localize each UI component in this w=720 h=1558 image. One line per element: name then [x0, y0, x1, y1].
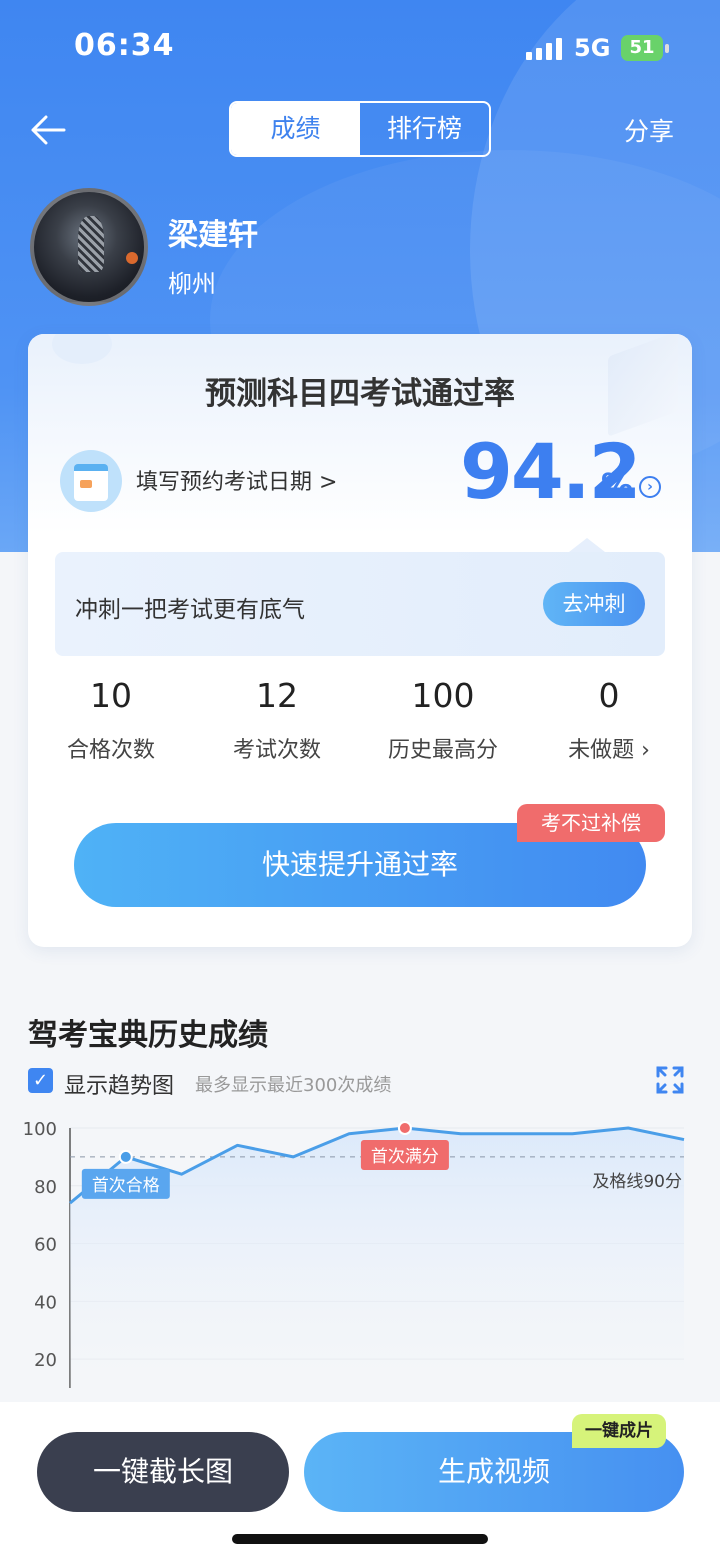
first-full-tag-label: 首次满分 — [371, 1147, 439, 1167]
first-pass-point — [118, 1149, 133, 1164]
signal-icon — [526, 38, 564, 60]
stat-value: 0 — [598, 676, 620, 715]
y-tick-label: 60 — [34, 1235, 57, 1256]
show-trend-label[interactable]: 显示趋势图 — [64, 1068, 174, 1100]
pass-rate-unit: % — [601, 466, 634, 504]
stat-label: 考试次数 — [232, 738, 321, 763]
stat-undone[interactable]: 0 未做题 › — [526, 674, 692, 764]
network-type: 5G — [574, 34, 611, 62]
stat-value: 12 — [256, 676, 298, 715]
one-click-badge: 一键成片 — [572, 1414, 666, 1448]
history-title: 驾考宝典历史成绩 — [28, 1018, 268, 1053]
stat-value: 100 — [411, 676, 475, 715]
sprint-banner: 冲刺一把考试更有底气 去冲刺 — [55, 538, 665, 656]
fill-exam-date-link[interactable]: 填写预约考试日期 > — [136, 464, 337, 496]
stat-label: 未做题 › — [568, 738, 650, 763]
y-tick-label: 100 — [23, 1119, 57, 1140]
fullscreen-icon[interactable] — [656, 1066, 684, 1094]
top-navigation: 成绩 排行榜 分享 — [0, 100, 720, 160]
pass-rate-card: 预测科目四考试通过率 填写预约考试日期 > 94.2 % › 冲刺一把考试更有底… — [28, 334, 692, 947]
calendar-icon[interactable] — [60, 450, 122, 512]
first-pass-tag-label: 首次合格 — [92, 1176, 160, 1196]
y-tick-label: 80 — [34, 1177, 57, 1198]
checkbox-checked-icon[interactable]: ✓ — [28, 1068, 53, 1093]
stat-label: 合格次数 — [66, 738, 155, 763]
stats-row: 10 合格次数 12 考试次数 100 历史最高分 0 未做题 › — [28, 674, 692, 774]
guarantee-badge: 考不过补偿 — [517, 804, 665, 842]
status-time: 06:34 — [74, 28, 175, 63]
sprint-text: 冲刺一把考试更有底气 — [75, 597, 305, 623]
arrow-left-icon[interactable] — [28, 110, 68, 150]
home-indicator — [232, 1534, 488, 1544]
screenshot-button[interactable]: 一键截长图 — [37, 1432, 289, 1512]
first-full-point — [397, 1121, 412, 1135]
status-bar: 06:34 5G 51 — [0, 0, 720, 95]
stat-exams: 12 考试次数 — [194, 674, 360, 764]
stat-passed: 10 合格次数 — [28, 674, 194, 764]
chevron-right-circle-icon[interactable]: › — [639, 476, 661, 498]
stat-label: 历史最高分 — [387, 738, 498, 763]
pass-line-label: 及格线90分 — [592, 1172, 682, 1192]
score-trend-chart: 100 80 60 40 20 及格线90分 首次合格 首次满分 — [23, 1119, 685, 1388]
tab-switcher: 成绩 排行榜 — [229, 101, 491, 157]
tab-leaderboard[interactable]: 排行榜 — [360, 103, 489, 155]
stat-best: 100 历史最高分 — [360, 674, 526, 764]
tab-score[interactable]: 成绩 — [231, 103, 360, 155]
battery-tip — [665, 44, 669, 53]
user-name: 梁建轩 — [168, 218, 258, 253]
y-tick-label: 20 — [34, 1350, 57, 1371]
share-button[interactable]: 分享 — [624, 112, 674, 148]
sprint-button[interactable]: 去冲刺 — [543, 582, 645, 626]
stat-value: 10 — [90, 676, 132, 715]
user-city: 柳州 — [168, 270, 216, 298]
bottom-action-bar: 一键截长图 生成视频 一键成片 — [0, 1402, 720, 1558]
avatar[interactable] — [30, 188, 148, 306]
trend-hint: 最多显示最近300次成绩 — [195, 1075, 392, 1096]
card-title: 预测科目四考试通过率 — [205, 376, 515, 412]
y-tick-label: 40 — [34, 1292, 57, 1313]
battery-icon: 51 — [621, 35, 663, 61]
